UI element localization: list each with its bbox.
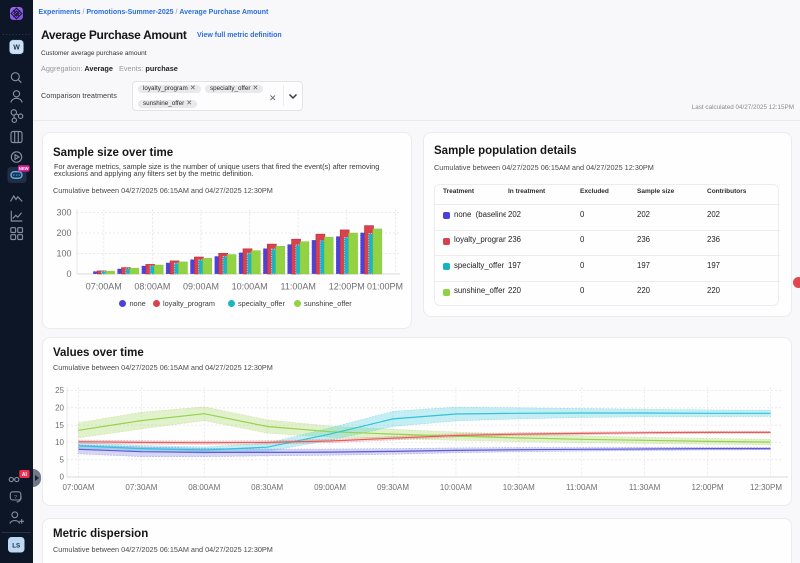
svg-text:01:00PM: 01:00PM [367,282,403,292]
svg-text:10:30AM: 10:30AM [503,483,535,492]
svg-text:07:00AM: 07:00AM [62,483,94,492]
svg-text:W: W [13,45,20,52]
svg-text:NEW: NEW [19,166,29,171]
svg-text:07:30AM: 07:30AM [125,483,157,492]
svg-text:12:00PM: 12:00PM [329,282,365,292]
svg-text:300: 300 [56,208,71,218]
svg-text:LS: LS [12,543,20,550]
svg-text:10:00AM: 10:00AM [440,483,472,492]
svg-text:11:00AM: 11:00AM [281,282,316,292]
svg-text:11:00AM: 11:00AM [566,483,598,492]
svg-text:10: 10 [55,438,64,447]
svg-text:0: 0 [60,473,65,482]
svg-text:08:00AM: 08:00AM [134,282,170,292]
svg-text:09:30AM: 09:30AM [377,483,409,492]
svg-text:AI: AI [22,472,28,478]
svg-text:07:00AM: 07:00AM [86,282,122,292]
svg-text:08:00AM: 08:00AM [188,483,220,492]
svg-text:20: 20 [55,404,64,413]
svg-text:5: 5 [60,455,65,464]
svg-text:200: 200 [56,228,71,238]
svg-text:11:30AM: 11:30AM [629,483,661,492]
svg-text:?: ? [14,495,17,501]
svg-text:0: 0 [66,269,71,279]
svg-text:12:30PM: 12:30PM [750,483,782,492]
svg-text:10:00AM: 10:00AM [232,282,268,292]
svg-text:08:30AM: 08:30AM [251,483,283,492]
svg-text:09:00AM: 09:00AM [183,282,219,292]
svg-text:25: 25 [55,386,64,395]
svg-text:100: 100 [56,249,71,259]
svg-text:15: 15 [55,421,64,430]
svg-text:09:00AM: 09:00AM [314,483,346,492]
svg-text:12:00PM: 12:00PM [691,483,723,492]
